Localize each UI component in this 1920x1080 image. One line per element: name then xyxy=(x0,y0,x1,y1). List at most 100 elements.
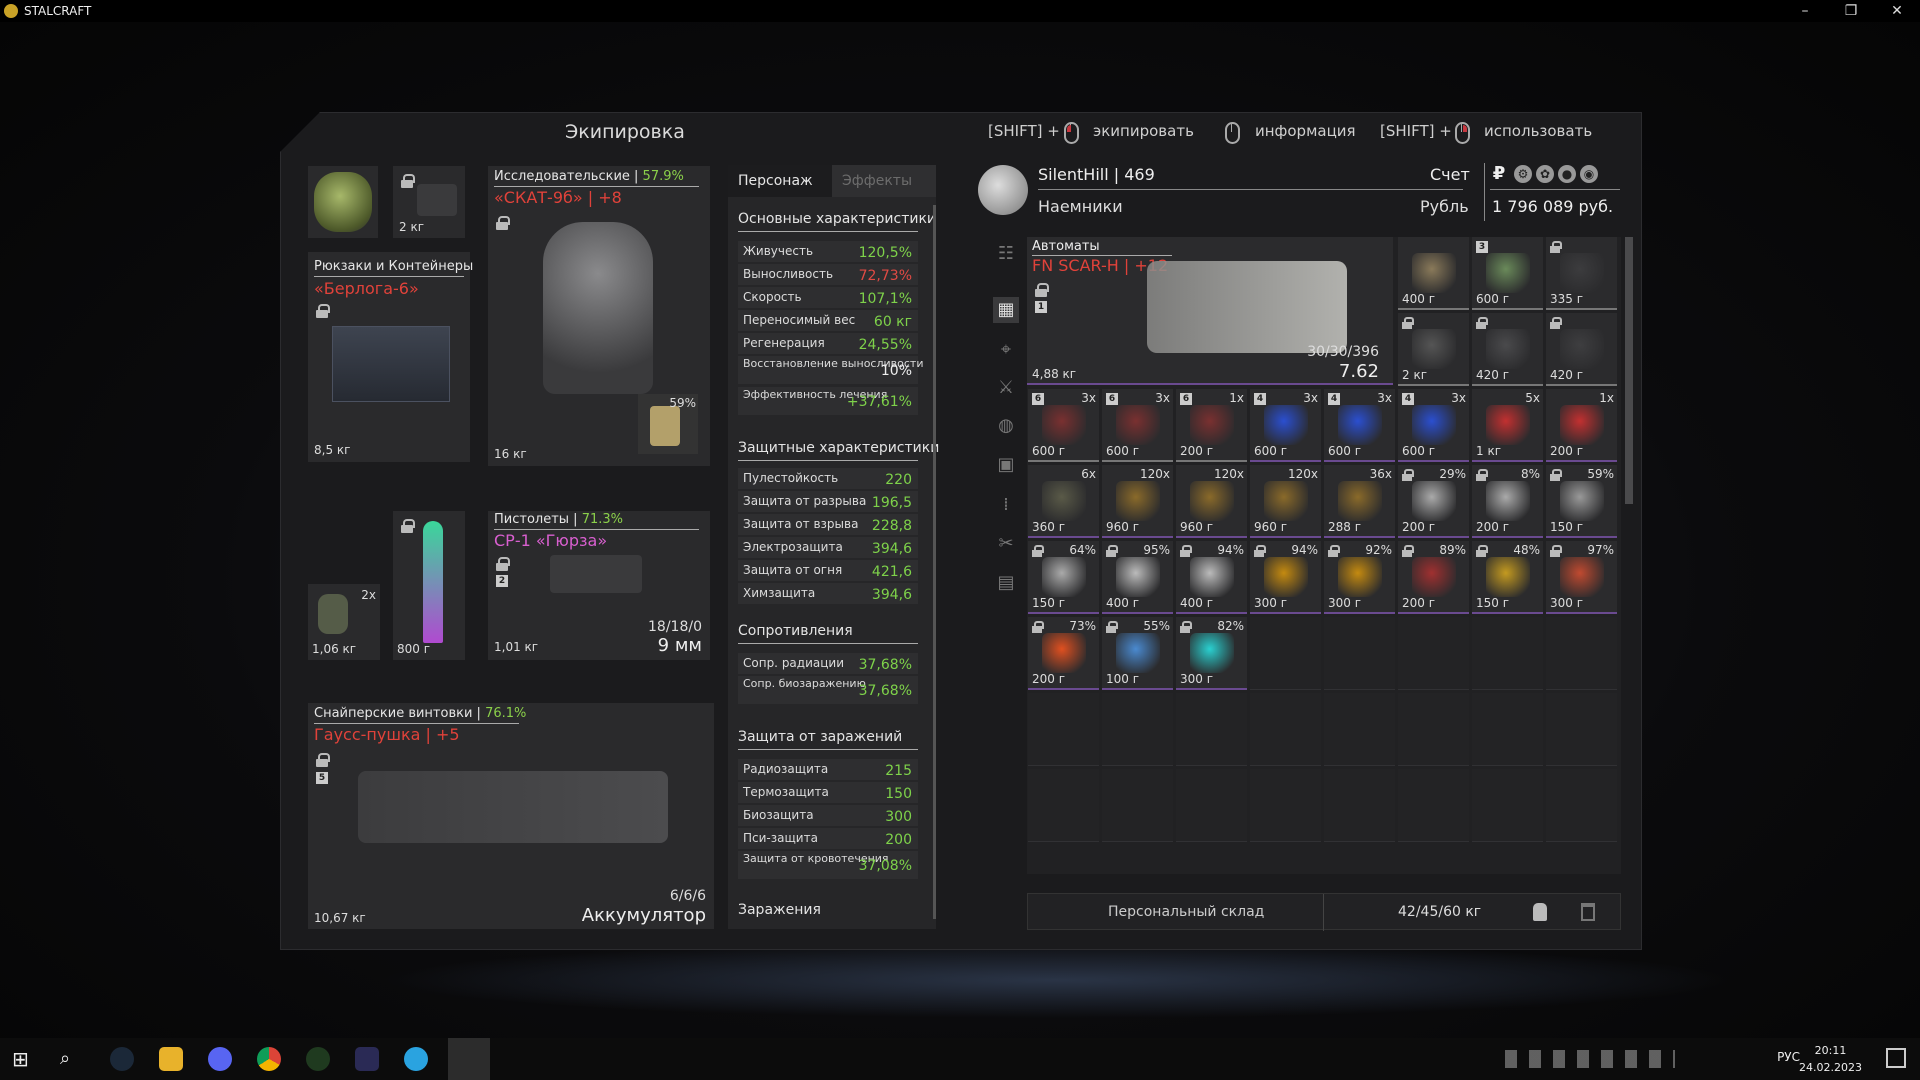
empty-slot[interactable] xyxy=(1546,617,1617,690)
chrome-icon[interactable] xyxy=(257,1047,281,1071)
inventory-slot[interactable]: 4 3x 600 г xyxy=(1250,389,1321,462)
inventory-slot[interactable]: 5x 1 кг xyxy=(1472,389,1543,462)
inventory-slot[interactable]: 4 3x 600 г xyxy=(1398,389,1469,462)
empty-slot[interactable] xyxy=(1250,693,1321,766)
search-icon[interactable]: ⌕ xyxy=(60,1047,84,1071)
pistol-slot[interactable]: Пистолеты | 71.3% СР-1 «Гюрза» 2 18/18/0… xyxy=(488,511,710,660)
empty-slot[interactable] xyxy=(1324,617,1395,690)
empty-slot[interactable] xyxy=(1324,769,1395,842)
headgear-slot[interactable]: 2 кг xyxy=(393,166,465,238)
device-filter-icon[interactable]: ▣ xyxy=(993,452,1019,478)
clock[interactable]: 20:11 24.02.2023 xyxy=(1799,1042,1862,1076)
inventory-weapon-scar[interactable]: Автоматы FN SCAR-H | +12 1 30/30/396 7.6… xyxy=(1027,237,1393,385)
inventory-slot[interactable]: 8% 200 г xyxy=(1472,465,1543,538)
armor-plate-slot[interactable]: 59% xyxy=(638,394,698,454)
inventory-slot[interactable]: 1x 200 г xyxy=(1546,389,1617,462)
inventory-slot[interactable]: 335 г xyxy=(1546,237,1617,310)
all-items-icon[interactable]: ▦ xyxy=(993,297,1019,323)
windows-start-icon[interactable]: ⊞ xyxy=(12,1047,36,1071)
empty-slot[interactable] xyxy=(1546,769,1617,842)
file-explorer-icon[interactable] xyxy=(159,1047,183,1071)
inventory-slot[interactable]: 73% 200 г xyxy=(1028,617,1099,690)
ammo-filter-icon[interactable]: ⁞ xyxy=(993,492,1019,518)
tools-filter-icon[interactable]: ✂ xyxy=(993,531,1019,557)
inventory-slot[interactable]: 6x 360 г xyxy=(1028,465,1099,538)
face-slot[interactable] xyxy=(308,166,378,238)
stalcraft-taskbar-icon[interactable] xyxy=(448,1038,490,1080)
empty-slot[interactable] xyxy=(1028,769,1099,842)
inventory-slot[interactable]: 94% 300 г xyxy=(1250,541,1321,614)
inventory-slot[interactable]: 400 г xyxy=(1398,237,1469,310)
inventory-scrollbar[interactable] xyxy=(1625,237,1633,504)
currency-flower-icon[interactable]: ✿ xyxy=(1536,165,1554,183)
notification-icon[interactable] xyxy=(1886,1048,1906,1068)
inventory-slot[interactable]: 82% 300 г xyxy=(1176,617,1247,690)
tab-character[interactable]: Персонаж xyxy=(728,165,832,197)
empty-slot[interactable] xyxy=(1324,693,1395,766)
empty-slot[interactable] xyxy=(1176,693,1247,766)
trash-icon[interactable] xyxy=(1581,903,1595,921)
inventory-slot[interactable]: 59% 150 г xyxy=(1546,465,1617,538)
empty-slot[interactable] xyxy=(1102,693,1173,766)
inventory-slot[interactable]: 120x 960 г xyxy=(1250,465,1321,538)
currency-coin-icon[interactable]: ◉ xyxy=(1580,165,1598,183)
app-icon[interactable] xyxy=(306,1047,330,1071)
tray-icons[interactable] xyxy=(1505,1050,1675,1068)
ruble-icon[interactable]: ₽ xyxy=(1490,165,1508,183)
armor-filter-icon[interactable]: ◍ xyxy=(993,413,1019,439)
empty-slot[interactable] xyxy=(1398,693,1469,766)
inventory-slot[interactable]: 4 3x 600 г xyxy=(1324,389,1395,462)
personal-storage-button[interactable]: Персональный склад xyxy=(1108,904,1264,920)
empty-slot[interactable] xyxy=(1398,769,1469,842)
backpack-slot[interactable]: Рюкзаки и Контейнеры «Берлога-6» 8,5 кг xyxy=(308,252,473,462)
inventory-slot[interactable]: 420 г xyxy=(1546,313,1617,386)
inventory-slot[interactable]: 36x 288 г xyxy=(1324,465,1395,538)
currency-gear-icon[interactable]: ⚙ xyxy=(1514,165,1532,183)
misc-filter-icon[interactable]: ▤ xyxy=(993,570,1019,596)
empty-slot[interactable] xyxy=(1546,693,1617,766)
inventory-slot[interactable]: 92% 300 г xyxy=(1324,541,1395,614)
telegram-icon[interactable] xyxy=(404,1047,428,1071)
grenade-slot[interactable]: 2x 1,06 кг xyxy=(308,584,380,660)
empty-slot[interactable] xyxy=(1398,617,1469,690)
empty-slot[interactable] xyxy=(1472,769,1543,842)
discord-icon[interactable] xyxy=(208,1047,232,1071)
empty-slot[interactable] xyxy=(1102,769,1173,842)
inventory-slot[interactable]: 64% 150 г xyxy=(1028,541,1099,614)
inventory-slot[interactable]: 48% 150 г xyxy=(1472,541,1543,614)
sniper-slot[interactable]: Снайперские винтовки | 76.1% Гаусс-пушка… xyxy=(308,703,714,929)
inventory-slot[interactable]: 120x 960 г xyxy=(1176,465,1247,538)
maximize-button[interactable]: ❐ xyxy=(1828,0,1874,22)
inventory-slot[interactable]: 94% 400 г xyxy=(1176,541,1247,614)
armor-slot[interactable]: Исследовательские | 57.9% «СКАТ-9б» | +8… xyxy=(488,166,710,466)
empty-slot[interactable] xyxy=(1250,769,1321,842)
minimize-button[interactable]: – xyxy=(1782,0,1828,22)
inventory-slot[interactable]: 95% 400 г xyxy=(1102,541,1173,614)
empty-slot[interactable] xyxy=(1472,617,1543,690)
language-indicator[interactable]: РУС xyxy=(1777,1050,1800,1064)
close-button[interactable]: ✕ xyxy=(1874,0,1920,22)
stats-scrollbar[interactable] xyxy=(933,205,936,919)
inventory-slot[interactable]: 2 кг xyxy=(1398,313,1469,386)
empty-slot[interactable] xyxy=(1472,693,1543,766)
empty-slot[interactable] xyxy=(1250,617,1321,690)
tab-effects[interactable]: Эффекты xyxy=(832,165,936,197)
empty-slot[interactable] xyxy=(1028,693,1099,766)
inventory-slot[interactable]: 6 3x 600 г xyxy=(1028,389,1099,462)
inventory-slot[interactable]: 120x 960 г xyxy=(1102,465,1173,538)
inventory-slot[interactable]: 97% 300 г xyxy=(1546,541,1617,614)
weapon-filter-icon[interactable]: ⌖ xyxy=(993,337,1019,363)
inventory-slot[interactable]: 29% 200 г xyxy=(1398,465,1469,538)
steam-icon[interactable] xyxy=(110,1047,134,1071)
app-icon[interactable] xyxy=(355,1047,379,1071)
melee-filter-icon[interactable]: ⚔ xyxy=(993,375,1019,401)
currency-rock-icon[interactable]: ● xyxy=(1558,165,1576,183)
inventory-slot[interactable]: 3 600 г xyxy=(1472,237,1543,310)
knife-slot[interactable]: 800 г xyxy=(393,511,465,660)
empty-slot[interactable] xyxy=(1176,769,1247,842)
inventory-slot[interactable]: 55% 100 г xyxy=(1102,617,1173,690)
inventory-slot[interactable]: 6 3x 600 г xyxy=(1102,389,1173,462)
inventory-slot[interactable]: 420 г xyxy=(1472,313,1543,386)
sort-icon[interactable]: ☷ xyxy=(993,241,1019,267)
inventory-slot[interactable]: 6 1x 200 г xyxy=(1176,389,1247,462)
